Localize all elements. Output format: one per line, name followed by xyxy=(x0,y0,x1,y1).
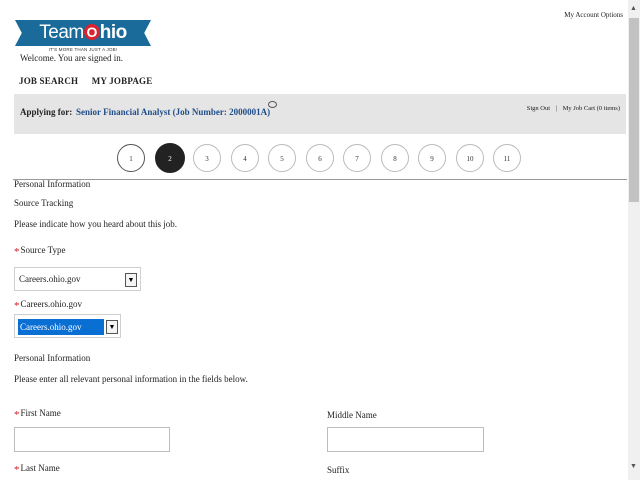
step-2[interactable]: 2 xyxy=(155,143,185,173)
welcome-message: Welcome. You are signed in. xyxy=(20,53,124,63)
first-name-label-text: First Name xyxy=(20,408,61,418)
suffix-label: Suffix xyxy=(327,465,350,475)
logo-hio: hio xyxy=(99,22,128,43)
middle-name-label: Middle Name xyxy=(327,410,377,420)
step-8[interactable]: 8 xyxy=(381,144,409,172)
source-type-label: *Source Type xyxy=(14,245,65,258)
source-instruction: Please indicate how you heard about this… xyxy=(14,219,177,229)
nav-my-jobpage[interactable]: MY JOBPAGE xyxy=(92,76,153,86)
personal-info-instruction: Please enter all relevant personal infor… xyxy=(14,374,248,384)
step-4[interactable]: 4 xyxy=(231,144,259,172)
careers-label-text: Careers.ohio.gov xyxy=(20,299,82,309)
source-type-label-text: Source Type xyxy=(20,245,66,255)
source-tracking-heading: Source Tracking xyxy=(14,198,74,208)
step-6[interactable]: 6 xyxy=(306,144,334,172)
step-1[interactable]: 1 xyxy=(117,144,145,172)
step-7[interactable]: 7 xyxy=(343,144,371,172)
required-asterisk: * xyxy=(14,300,20,312)
step-progress: 1 2 3 4 5 6 7 8 9 10 11 xyxy=(117,143,523,173)
chevron-down-icon[interactable]: ▼ xyxy=(125,273,137,287)
nav-job-search[interactable]: JOB SEARCH xyxy=(19,76,78,86)
top-nav: JOB SEARCH MY JOBPAGE xyxy=(19,76,163,86)
apply-links: Sign Out | My Job Cart (0 items) xyxy=(527,105,620,112)
required-asterisk: * xyxy=(14,464,20,476)
scroll-up-icon[interactable]: ▲ xyxy=(630,4,637,12)
comment-icon[interactable] xyxy=(268,101,277,108)
careers-selected-value: Careers.ohio.gov xyxy=(18,319,104,335)
required-asterisk: * xyxy=(14,409,20,421)
link-separator: | xyxy=(555,105,557,112)
step-5[interactable]: 5 xyxy=(268,144,296,172)
step-11[interactable]: 11 xyxy=(493,144,521,172)
section-title-personal-info: Personal Information xyxy=(14,179,91,189)
section-title-personal-info-2: Personal Information xyxy=(14,353,91,363)
job-cart-link[interactable]: My Job Cart (0 items) xyxy=(563,105,620,112)
logo-o: O xyxy=(83,24,100,40)
first-name-label: *First Name xyxy=(14,408,61,421)
scrollbar-thumb[interactable] xyxy=(629,18,639,202)
my-account-options-link[interactable]: My Account Options xyxy=(564,11,623,19)
source-type-select[interactable]: Careers.ohio.gov ▼ xyxy=(14,267,141,291)
step-10[interactable]: 10 xyxy=(456,144,484,172)
chevron-down-icon[interactable]: ▼ xyxy=(106,320,118,334)
step-3[interactable]: 3 xyxy=(193,144,221,172)
logo-text: Team Ohio xyxy=(15,20,151,46)
last-name-label-text: Last Name xyxy=(20,463,60,473)
logo-tagline: IT'S MORE THAN JUST A JOB! xyxy=(48,47,118,52)
source-type-value: Careers.ohio.gov xyxy=(19,274,81,284)
logo-team: Team xyxy=(39,22,84,43)
job-title-link[interactable]: Senior Financial Analyst (Job Number: 20… xyxy=(76,107,270,117)
careers-label: *Careers.ohio.gov xyxy=(14,299,82,312)
careers-select[interactable]: Careers.ohio.gov ▼ xyxy=(14,314,121,338)
required-asterisk: * xyxy=(14,246,20,258)
first-name-input[interactable] xyxy=(14,427,170,452)
sign-out-link[interactable]: Sign Out xyxy=(527,105,550,112)
applying-for-label: Applying for: xyxy=(20,107,73,117)
scroll-down-icon[interactable]: ▼ xyxy=(630,462,637,470)
step-9[interactable]: 9 xyxy=(418,144,446,172)
section-divider xyxy=(13,179,627,180)
last-name-label: *Last Name xyxy=(14,463,60,476)
middle-name-input[interactable] xyxy=(327,427,484,452)
